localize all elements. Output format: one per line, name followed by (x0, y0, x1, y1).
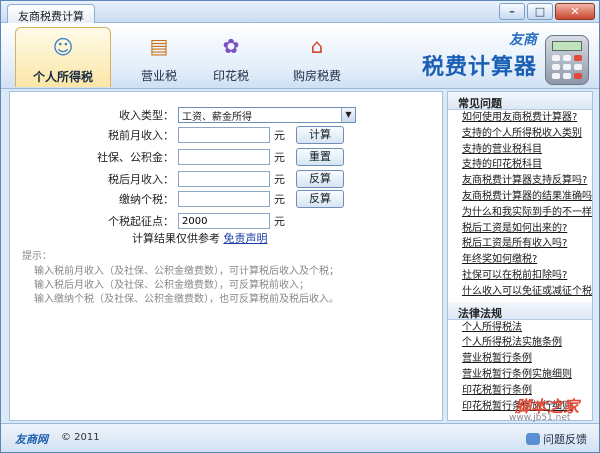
tab-label: 购房税费 (292, 69, 341, 83)
faq-link[interactable]: 支持的个人所得税收入类别 (448, 126, 592, 142)
faq-link[interactable]: 友商税费计算器支持反算吗? (448, 173, 592, 189)
faq-title: 常见问题 (448, 92, 592, 110)
faq-link[interactable]: 支持的营业税科目 (448, 142, 592, 158)
copyright: © 2011 (61, 432, 100, 443)
tax-paid-row: 缴纳个税： 元 反算 (10, 190, 344, 208)
income-type-row: 收入类型： 工资、薪金所得 ▼ (10, 106, 356, 124)
law-link[interactable]: 营业税暂行条例实施细则 (448, 367, 592, 383)
brand-logo: 友商 税费计算器 (422, 29, 537, 81)
threshold-row: 个税起征点： 元 (10, 212, 296, 230)
tip-line: 输入税前月收入（及社保、公积金缴费数），可计算税后收入及个税； (34, 266, 339, 277)
flower-icon: ✿ (222, 34, 240, 58)
pre-tax-input[interactable] (178, 127, 270, 143)
unit-label: 元 (274, 151, 285, 164)
calculator-icon (545, 35, 589, 85)
income-type-label: 收入类型： (119, 109, 174, 122)
faq-link[interactable]: 友商税费计算器的结果准确吗? (448, 189, 592, 205)
threshold-label: 个税起征点： (108, 215, 174, 228)
after-tax-input[interactable] (178, 171, 270, 187)
law-link[interactable]: 个人所得税法 (448, 320, 592, 336)
income-type-select[interactable]: 工资、薪金所得 ▼ (178, 107, 356, 123)
person-icon: ☺ (52, 35, 74, 59)
faq-link[interactable]: 什么收入可以免征或减征个税? (448, 284, 592, 300)
tip-line: 输入缴纳个税（及社保、公积金缴费数），也可反算税前及税后收入。 (34, 294, 339, 305)
tax-paid-input[interactable] (178, 191, 270, 207)
maximize-button[interactable]: □ (527, 3, 553, 20)
law-link[interactable]: 个人所得税法实施条例 (448, 335, 592, 351)
income-type-value: 工资、薪金所得 (182, 111, 252, 123)
app-window: 友商税费计算 – □ ✕ ☺ 个人所得税 ▤ 营业税 ✿ 印花税 ⌂ 购房税费 … (0, 0, 600, 453)
brand-small: 友商 (509, 32, 537, 48)
faq-link[interactable]: 支持的印花税科目 (448, 157, 592, 173)
disclaimer-link[interactable]: 免责声明 (224, 232, 268, 245)
faq-link[interactable]: 为什么和我实际到手的不一样? (448, 205, 592, 221)
tab-house-tax[interactable]: ⌂ 购房税费 (269, 27, 365, 87)
reset-button[interactable]: 重置 (296, 148, 344, 166)
faq-link[interactable]: 社保可以在税前扣除吗? (448, 268, 592, 284)
calculate-button[interactable]: 计算 (296, 126, 344, 144)
reverse-calc-tax-button[interactable]: 反算 (296, 190, 344, 208)
watermark-url: www.jb51.net (509, 413, 571, 423)
threshold-input[interactable] (178, 213, 270, 229)
disclaimer: 计算结果仅供参考 免责声明 (132, 230, 268, 246)
tip-line: 输入税后月收入（及社保、公积金缴费数），可反算税前收入； (34, 280, 309, 291)
window-controls: – □ ✕ (499, 3, 595, 20)
unit-label: 元 (274, 193, 285, 206)
tab-stamp-tax[interactable]: ✿ 印花税 (183, 27, 279, 87)
tab-label: 个人所得税 (32, 70, 93, 84)
house-icon: ⌂ (310, 34, 324, 58)
pre-tax-label: 税前月收入： (108, 129, 174, 142)
main-toolbar: ☺ 个人所得税 ▤ 营业税 ✿ 印花税 ⌂ 购房税费 友商 税费计算器 (1, 23, 599, 89)
faq-link[interactable]: 年终奖如何缴税? (448, 252, 592, 268)
tab-label: 印花税 (212, 69, 249, 83)
social-row: 社保、公积金： 元 重置 (10, 148, 344, 166)
feedback-button[interactable]: 问题反馈 (526, 431, 587, 447)
feedback-label: 问题反馈 (543, 433, 587, 446)
faq-link[interactable]: 税后工资是所有收入吗? (448, 236, 592, 252)
unit-label: 元 (274, 215, 285, 228)
help-sidebar: 常见问题 如何使用友商税费计算器? 支持的个人所得税收入类别 支持的营业税科目 … (447, 91, 593, 421)
pre-tax-row: 税前月收入： 元 计算 (10, 126, 344, 144)
tips-box: 提示： 输入税前月收入（及社保、公积金缴费数），可计算税后收入及个税； 输入税后… (22, 250, 339, 307)
window-title-tab: 友商税费计算 (7, 4, 95, 23)
invoice-icon: ▤ (149, 34, 169, 58)
social-label: 社保、公积金： (97, 151, 174, 164)
status-bar: 友商网 © 2011 问题反馈 (1, 423, 599, 452)
chat-icon (526, 433, 540, 445)
law-link[interactable]: 营业税暂行条例 (448, 351, 592, 367)
unit-label: 元 (274, 173, 285, 186)
faq-link[interactable]: 税后工资是如何出来的? (448, 221, 592, 237)
tax-paid-label: 缴纳个税： (119, 193, 174, 206)
chevron-down-icon[interactable]: ▼ (341, 108, 355, 122)
tab-personal-income-tax[interactable]: ☺ 个人所得税 (15, 27, 111, 87)
law-title: 法律法规 (448, 301, 592, 320)
company-logo[interactable]: 友商网 (15, 431, 48, 447)
title-bar: 友商税费计算 – □ ✕ (1, 1, 599, 23)
tips-header: 提示： (22, 251, 52, 262)
after-tax-row: 税后月收入： 元 反算 (10, 170, 344, 188)
calculator-panel: 收入类型： 工资、薪金所得 ▼ 税前月收入： 元 计算 社保、公积金： 元 重置… (9, 91, 443, 421)
disclaimer-text: 计算结果仅供参考 (132, 232, 220, 245)
close-button[interactable]: ✕ (555, 3, 595, 20)
brand-title: 税费计算器 (421, 55, 537, 80)
minimize-button[interactable]: – (499, 3, 525, 20)
faq-link[interactable]: 如何使用友商税费计算器? (448, 110, 592, 126)
reverse-calc-after-tax-button[interactable]: 反算 (296, 170, 344, 188)
unit-label: 元 (274, 129, 285, 142)
after-tax-label: 税后月收入： (108, 173, 174, 186)
social-input[interactable] (178, 149, 270, 165)
